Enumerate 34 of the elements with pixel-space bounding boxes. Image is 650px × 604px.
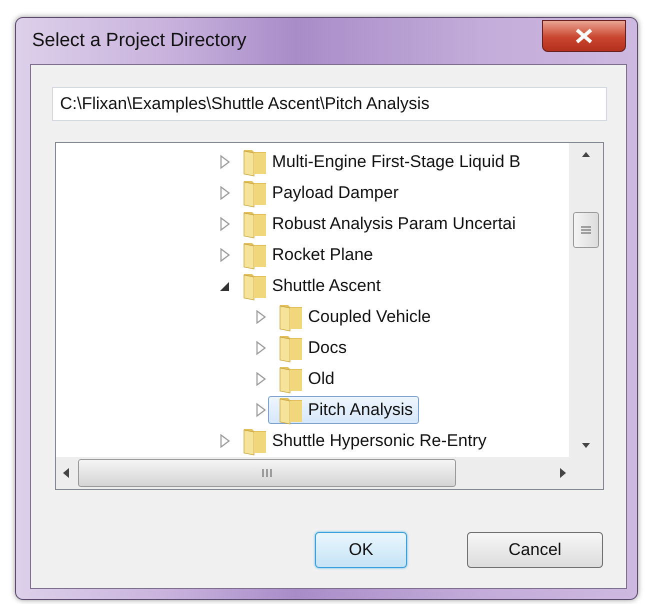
horizontal-scrollbar[interactable]	[56, 457, 603, 489]
window-title: Select a Project Directory	[32, 30, 246, 52]
scroll-up-icon[interactable]	[581, 151, 591, 159]
collapsed-arrow-icon[interactable]	[219, 434, 231, 448]
path-field[interactable]: C:\Flixan\Examples\Shuttle Ascent\Pitch Analysis	[52, 87, 607, 121]
folder-item[interactable]: Docs	[268, 334, 353, 362]
scroll-right-icon[interactable]	[559, 467, 567, 479]
scroll-thumb[interactable]	[573, 212, 599, 248]
folder-item[interactable]: Old	[268, 364, 340, 392]
folder-item[interactable]: Payload Damper	[232, 178, 405, 206]
folder-item[interactable]: Robust Analysis Param Uncertai	[232, 210, 522, 238]
collapsed-arrow-icon[interactable]	[219, 216, 231, 230]
vertical-scrollbar[interactable]	[569, 143, 603, 457]
ok-button[interactable]: OK	[315, 532, 407, 568]
close-button[interactable]	[542, 20, 626, 52]
grip-icon	[261, 468, 273, 478]
collapsed-arrow-icon[interactable]	[219, 248, 231, 262]
collapsed-arrow-icon[interactable]	[219, 186, 231, 200]
folder-item[interactable]: Coupled Vehicle	[268, 302, 437, 330]
scroll-left-icon[interactable]	[62, 467, 70, 479]
collapsed-arrow-icon[interactable]	[255, 402, 267, 416]
close-icon[interactable]	[573, 28, 595, 44]
collapsed-arrow-icon[interactable]	[219, 154, 231, 168]
folder-item[interactable]: Rocket Plane	[232, 240, 380, 268]
cancel-button[interactable]: Cancel	[467, 532, 603, 568]
folder-item[interactable]: Shuttle Hypersonic Re-Entry	[232, 426, 492, 454]
collapsed-arrow-icon[interactable]	[255, 340, 267, 354]
folder-item[interactable]: Shuttle Ascent	[232, 272, 387, 300]
grip-icon	[580, 225, 592, 235]
folder-item[interactable]: Multi-Engine First-Stage Liquid B	[232, 148, 527, 176]
collapsed-arrow-icon[interactable]	[255, 372, 267, 386]
collapsed-arrow-icon[interactable]	[255, 310, 267, 324]
scroll-thumb[interactable]	[78, 459, 456, 487]
scroll-down-icon[interactable]	[581, 441, 591, 449]
